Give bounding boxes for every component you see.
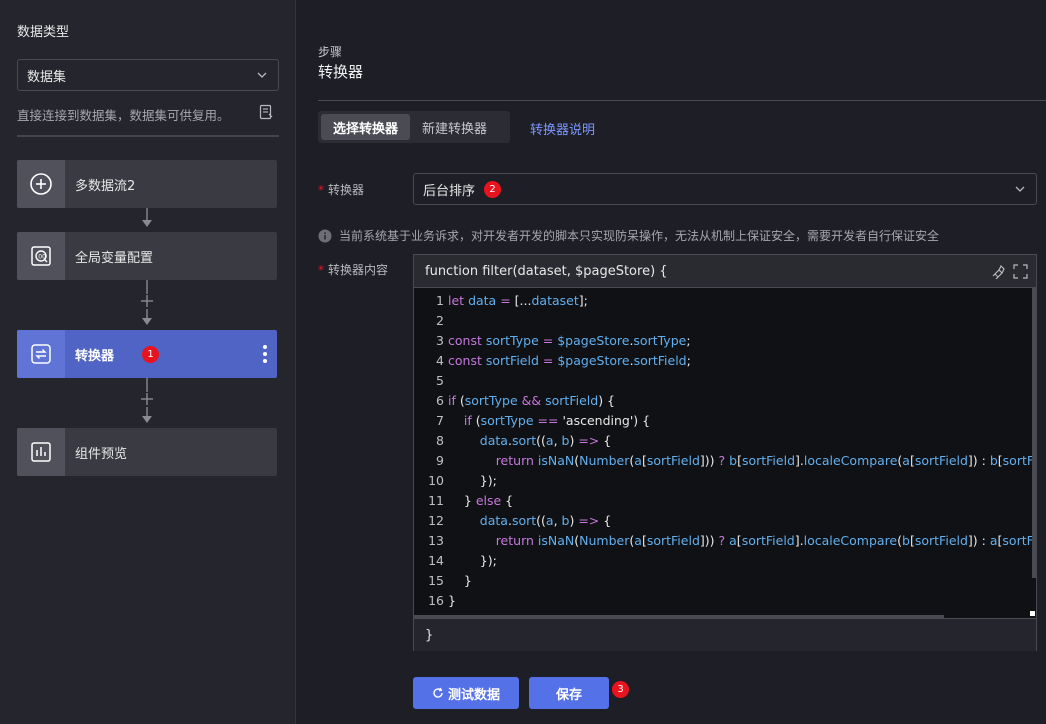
connector-line bbox=[146, 309, 148, 318]
transform-icon bbox=[17, 330, 65, 378]
global-variable-icon: 00 bbox=[17, 232, 65, 280]
tab-new-converter[interactable]: 新建转换器 bbox=[410, 114, 499, 140]
function-signature: function filter(dataset, $pageStore) { bbox=[425, 263, 668, 279]
code-lines: let data = [...dataset]; const sortType … bbox=[448, 293, 1036, 608]
info-icon bbox=[318, 229, 332, 242]
more-options-icon[interactable] bbox=[263, 345, 267, 363]
flow-node-label: 全局变量配置 bbox=[75, 250, 154, 266]
step-badge: 2 bbox=[484, 180, 502, 198]
chevron-down-icon bbox=[1015, 186, 1025, 192]
flow-node-transformer[interactable]: 转换器 1 bbox=[17, 330, 277, 378]
left-sidebar: 数据类型 数据集 直接连接到数据集，数据集可供复用。 多数据流2 00 全局变量… bbox=[0, 0, 296, 724]
data-type-select[interactable]: 数据集 bbox=[17, 59, 279, 91]
data-type-title: 数据类型 bbox=[17, 25, 70, 40]
app-root: 数据类型 数据集 直接连接到数据集，数据集可供复用。 多数据流2 00 全局变量… bbox=[0, 0, 1046, 724]
step-caption: 步骤 bbox=[318, 45, 343, 59]
add-node-icon[interactable] bbox=[140, 392, 154, 406]
step-badge: 3 bbox=[612, 681, 629, 698]
flow-node-multi-dataflow[interactable]: 多数据流2 bbox=[17, 160, 277, 208]
chevron-down-icon bbox=[257, 72, 267, 78]
editor-footer: } bbox=[414, 618, 1036, 651]
fullscreen-icon[interactable] bbox=[1013, 264, 1028, 279]
test-data-button-label: 测试数据 bbox=[447, 687, 500, 703]
page-title: 转换器 bbox=[318, 63, 364, 81]
step-badge: 1 bbox=[142, 345, 160, 363]
main-panel: 步骤 转换器 选择转换器 新建转换器 转换器说明 * 转换器 后台排序 2 当前系… bbox=[297, 0, 1046, 724]
security-notice-text: 当前系统基于业务诉求，对开发者开发的脚本只实现防呆操作，无法从机制上保证安全，需… bbox=[339, 229, 940, 243]
flow-node-global-variable[interactable]: 00 全局变量配置 bbox=[17, 232, 277, 280]
code-editor: function filter(dataset, $pageStore) { 1… bbox=[413, 254, 1037, 651]
connector-line bbox=[146, 407, 148, 416]
data-type-select-value: 数据集 bbox=[27, 69, 67, 85]
flow-node-label: 多数据流2 bbox=[75, 178, 136, 194]
refresh-icon bbox=[433, 687, 443, 698]
flow-node-label: 转换器 bbox=[75, 348, 115, 364]
security-notice: 当前系统基于业务诉求，对开发者开发的脚本只实现防呆操作，无法从机制上保证安全，需… bbox=[318, 227, 939, 244]
data-type-hint: 直接连接到数据集，数据集可供复用。 bbox=[17, 108, 230, 123]
header-divider bbox=[318, 100, 1046, 101]
connector-arrow-icon bbox=[142, 416, 152, 423]
flow-node-component-preview[interactable]: 组件预览 bbox=[17, 428, 277, 476]
save-button[interactable]: 保存 bbox=[529, 677, 609, 709]
chart-preview-icon bbox=[17, 428, 65, 476]
code-area[interactable]: 1 2 3 4 5 6 7 8 9 10 11 12 13 14 15 16 let data = [...d… bbox=[414, 288, 1036, 618]
converter-doc-link[interactable]: 转换器说明 bbox=[530, 119, 595, 138]
converter-select[interactable]: 后台排序 2 bbox=[413, 173, 1037, 205]
document-icon[interactable] bbox=[258, 104, 274, 120]
resize-corner bbox=[1030, 611, 1035, 616]
plus-circle-icon bbox=[17, 160, 65, 208]
converter-tabs: 选择转换器 新建转换器 bbox=[318, 111, 510, 143]
line-numbers: 1 2 3 4 5 6 7 8 9 10 11 12 13 14 15 16 bbox=[428, 293, 444, 608]
converter-content-label: * 转换器内容 bbox=[318, 263, 389, 277]
connector-line bbox=[146, 280, 148, 294]
horizontal-scrollbar[interactable] bbox=[414, 615, 944, 618]
test-data-button[interactable]: 测试数据 bbox=[413, 677, 519, 709]
add-node-icon[interactable] bbox=[140, 294, 154, 308]
sidebar-divider bbox=[17, 135, 279, 137]
editor-header: function filter(dataset, $pageStore) { bbox=[414, 255, 1036, 288]
connector-line bbox=[146, 208, 148, 220]
vertical-scrollbar[interactable] bbox=[1032, 288, 1036, 578]
tab-select-converter[interactable]: 选择转换器 bbox=[321, 114, 411, 140]
converter-field-label: * 转换器 bbox=[318, 183, 365, 197]
flow-node-label: 组件预览 bbox=[75, 446, 128, 462]
format-brush-icon[interactable] bbox=[990, 264, 1005, 279]
connector-line bbox=[146, 378, 148, 392]
connector-arrow-icon bbox=[142, 318, 152, 325]
connector-arrow-icon bbox=[142, 220, 152, 227]
converter-select-value: 后台排序 bbox=[423, 183, 476, 199]
